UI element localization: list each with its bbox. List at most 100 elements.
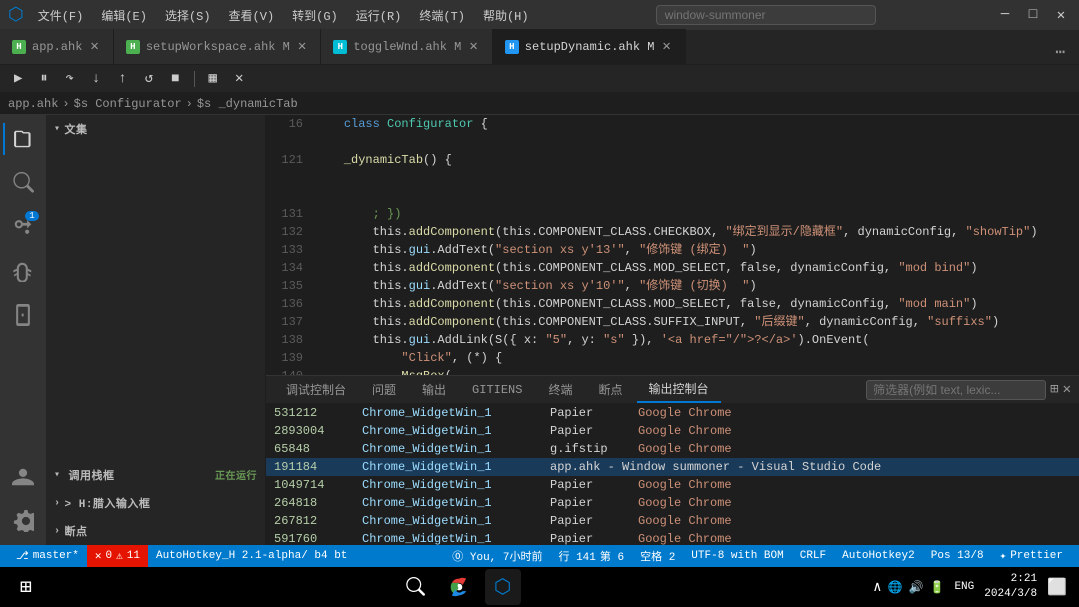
pid: 2893004 <box>274 424 354 438</box>
app-logo: ⬡ <box>8 4 24 26</box>
breadcrumb-part-1[interactable]: app.ahk <box>8 97 58 111</box>
menu-help[interactable]: 帮助(H) <box>475 5 537 26</box>
watch-chevron: › <box>54 498 61 509</box>
tab-close-toggle-wnd[interactable]: ✕ <box>467 38 479 55</box>
tray-lang[interactable]: ENG <box>950 581 978 593</box>
tab-toggle-wnd[interactable]: H toggleWnd.ahk M ✕ <box>321 29 492 64</box>
maximize-button[interactable]: □ <box>1023 5 1043 25</box>
menu-goto[interactable]: 转到(G) <box>284 5 346 26</box>
sidebar-explorer-section: ▾ 文集 <box>46 115 265 143</box>
taskbar: ⊞ ⬡ ∧ 🌐 🔊 🔋 ENG 2:21 2024/3/8 ⬜ <box>0 567 1079 607</box>
status-spaces[interactable]: 空格 2 <box>632 548 683 564</box>
sidebar-explorer-header[interactable]: ▾ 文集 <box>46 115 265 143</box>
panel-tab-terminal[interactable]: 终端 <box>536 377 584 402</box>
activity-account[interactable] <box>3 457 43 497</box>
panel-tab-debug-console[interactable]: 调试控制台 <box>274 377 358 402</box>
tray-network[interactable]: 🌐 <box>888 580 903 595</box>
activity-settings[interactable] <box>3 501 43 541</box>
activity-source-control[interactable]: 1 <box>3 207 43 247</box>
activity-explorer[interactable] <box>3 119 43 159</box>
taskbar-chrome[interactable] <box>441 569 477 605</box>
title-search-input[interactable] <box>656 5 876 25</box>
code-line: this.gui.AddText("section xs y'10'", "修饰… <box>311 277 1079 295</box>
stop-button[interactable]: ■ <box>165 69 185 89</box>
sidebar-watch-header[interactable]: › > H:腊入输入框 <box>46 489 265 517</box>
code-editor[interactable]: class Configurator { _dynamicTab() { ; }… <box>311 115 1079 375</box>
menu-run[interactable]: 运行(R) <box>348 5 410 26</box>
status-line-ending[interactable]: CRLF <box>792 550 834 562</box>
vscode-icon: ⬡ <box>494 574 511 600</box>
tray-battery[interactable]: 🔋 <box>930 580 945 595</box>
restart-button[interactable]: ↺ <box>139 68 159 89</box>
status-encoding[interactable]: UTF-8 with BOM <box>683 550 791 562</box>
menu-terminal[interactable]: 终端(T) <box>411 5 473 26</box>
code-line <box>311 169 1079 187</box>
sidebar-breakpoints-header[interactable]: › 断点 <box>46 517 265 545</box>
taskbar-search[interactable] <box>397 569 433 605</box>
tab-more-button[interactable]: ⋯ <box>1049 40 1071 64</box>
status-pos[interactable]: Pos 13/8 <box>923 550 992 562</box>
step-over-button[interactable]: ↷ <box>59 68 79 89</box>
activity-search[interactable] <box>3 163 43 203</box>
taskbar-vscode[interactable]: ⬡ <box>485 569 521 605</box>
layout-button[interactable]: ▦ <box>203 68 223 89</box>
code-container[interactable]: 16 121 131 132 133 134 135 136 137 138 1… <box>266 115 1079 375</box>
tray-sound[interactable]: 🔊 <box>909 580 924 595</box>
panel-layout-button[interactable]: ⊞ <box>1050 381 1058 398</box>
start-button[interactable]: ⊞ <box>8 569 44 605</box>
breadcrumb-part-2[interactable]: $s Configurator <box>74 97 182 111</box>
menu-file[interactable]: 文件(F) <box>30 5 92 26</box>
browser: Google Chrome <box>638 532 732 545</box>
menu-edit[interactable]: 编辑(E) <box>93 5 155 26</box>
panel-tab-output[interactable]: 输出 <box>410 377 458 402</box>
status-position[interactable]: 行 141 第 6 <box>550 548 632 564</box>
language-text: AutoHotkey2 <box>842 550 915 562</box>
panel-tab-output-console[interactable]: 输出控制台 <box>637 376 721 403</box>
play-button[interactable]: ▶ <box>8 68 28 89</box>
breadcrumb-part-3[interactable]: $s _dynamicTab <box>197 97 298 111</box>
sidebar-callstack-header[interactable]: ▾ 调用栈框 正在运行 <box>46 461 265 489</box>
tab-bar: H app.ahk ✕ H setupWorkspace.ahk M ✕ H t… <box>0 30 1079 65</box>
status-language[interactable]: AutoHotkey2 <box>834 550 923 562</box>
show-desktop-button[interactable]: ⬜ <box>1043 577 1071 597</box>
close-button[interactable]: ✕ <box>1051 5 1071 25</box>
activity-debug[interactable] <box>3 251 43 291</box>
status-branch[interactable]: ⎇ master* <box>8 545 87 567</box>
breakpoints-chevron: › <box>54 526 61 537</box>
close-editor-button[interactable]: ✕ <box>229 68 249 89</box>
tray-expand[interactable]: ∧ <box>873 579 881 596</box>
minimize-button[interactable]: ─ <box>995 5 1015 25</box>
status-git[interactable]: ⓪ You, 7小时前 <box>444 548 550 564</box>
step-into-button[interactable]: ↓ <box>86 69 106 89</box>
panel-tab-problems[interactable]: 问题 <box>360 377 408 402</box>
tab-close-app-ahk[interactable]: ✕ <box>88 38 100 55</box>
panel-tab-breakpoints[interactable]: 断点 <box>586 377 634 402</box>
list-item: 267812 Chrome_WidgetWin_1 Papier Google … <box>266 512 1079 530</box>
tab-setup-dynamic[interactable]: H setupDynamic.ahk M ✕ <box>493 29 686 64</box>
status-info[interactable]: AutoHotkey_H 2.1-alpha/ b4 bt <box>148 545 355 567</box>
status-errors[interactable]: ✕ 0 ⚠ 11 <box>87 545 148 567</box>
tab-app-ahk[interactable]: H app.ahk ✕ <box>0 29 114 64</box>
menu-select[interactable]: 选择(S) <box>157 5 219 26</box>
panel-tab-gitiens[interactable]: GITIENS <box>460 379 534 401</box>
pause-button[interactable]: ⏸ <box>34 69 53 89</box>
step-out-button[interactable]: ↑ <box>112 69 132 89</box>
status-formatter[interactable]: ✦ Prettier <box>992 549 1071 563</box>
tab-icon-app-ahk: H <box>12 40 26 54</box>
app-name: Papier <box>550 514 630 528</box>
code-line: "Click", (*) { <box>311 349 1079 367</box>
tab-close-setup-dynamic[interactable]: ✕ <box>660 38 672 55</box>
panel-close-button[interactable]: ✕ <box>1063 381 1071 398</box>
app-name: app.ahk - Window summoner - Visual Studi… <box>550 460 1071 474</box>
tab-close-setup-workspace[interactable]: ✕ <box>296 38 308 55</box>
panel-search-input[interactable] <box>866 380 1046 400</box>
code-line: this.gui.AddLink(S({ x: "5", y: "s" }), … <box>311 331 1079 349</box>
menu-view[interactable]: 查看(V) <box>221 5 283 26</box>
tab-setup-workspace[interactable]: H setupWorkspace.ahk M ✕ <box>114 29 321 64</box>
time-display[interactable]: 2:21 2024/3/8 <box>984 572 1037 603</box>
title-bar-left: ⬡ 文件(F) 编辑(E) 选择(S) 查看(V) 转到(G) 运行(R) 终端… <box>8 4 537 26</box>
panel-content[interactable]: 531212 Chrome_WidgetWin_1 Papier Google … <box>266 404 1079 545</box>
formatter-text: Prettier <box>1010 550 1063 562</box>
explorer-chevron: ▾ <box>54 123 61 135</box>
activity-extensions[interactable] <box>3 295 43 335</box>
